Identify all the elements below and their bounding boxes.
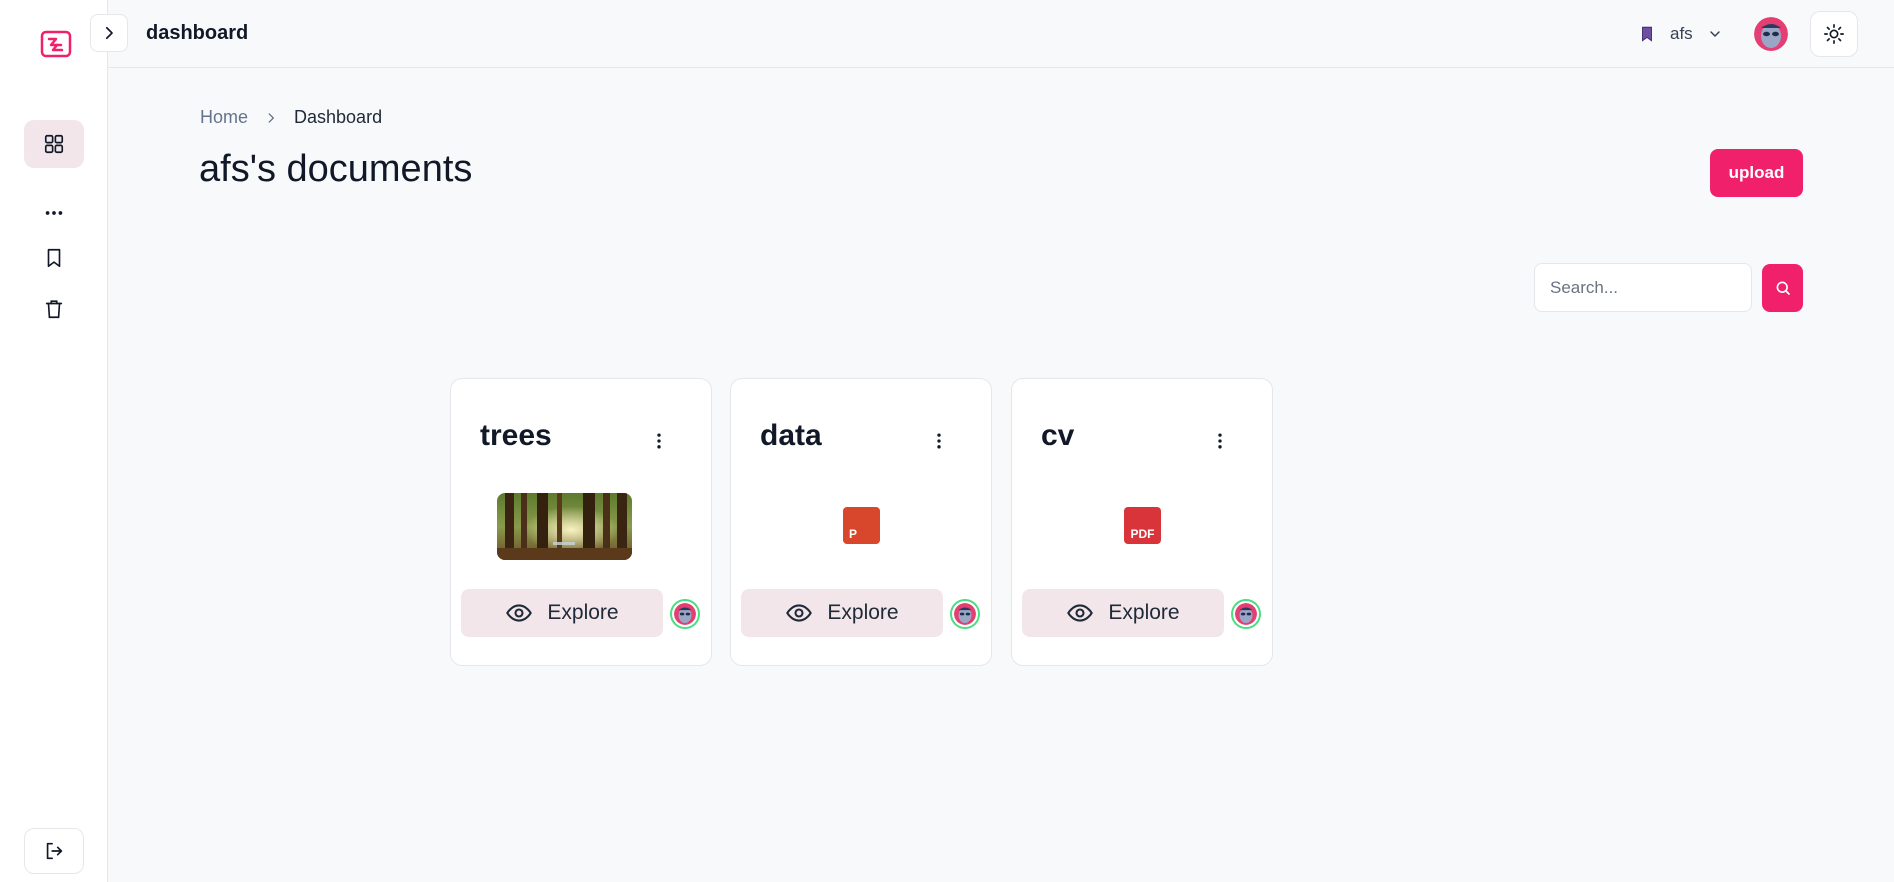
- file-type-badge: P: [849, 527, 858, 541]
- eye-icon: [1067, 604, 1094, 622]
- document-card[interactable]: cv PDF Explore: [1011, 378, 1273, 666]
- sun-icon: [1824, 24, 1844, 44]
- workspace-name: afs: [1670, 24, 1693, 43]
- sidebar-item-dashboard[interactable]: [24, 120, 84, 168]
- bookmark-filled-icon: [1642, 26, 1652, 42]
- theme-toggle-button[interactable]: [1810, 11, 1858, 57]
- explore-button[interactable]: Explore: [461, 589, 663, 637]
- chevron-right-icon: [268, 112, 274, 123]
- explore-label: Explore: [1108, 601, 1180, 624]
- logout-button[interactable]: [24, 828, 84, 874]
- owner-avatar: [670, 599, 700, 629]
- upload-button[interactable]: upload: [1710, 149, 1803, 197]
- document-thumbnail-image: [497, 493, 632, 560]
- file-type-badge: PDF: [1130, 527, 1155, 541]
- document-card[interactable]: data P Explore: [730, 378, 992, 666]
- document-title: trees: [480, 419, 552, 452]
- document-card[interactable]: trees Explore: [450, 378, 712, 666]
- more-vertical-icon: [657, 433, 661, 449]
- sidebar-item-trash[interactable]: [24, 285, 84, 333]
- card-menu-button[interactable]: [649, 429, 669, 453]
- bookmark-icon: [47, 248, 61, 268]
- search-button[interactable]: [1762, 264, 1803, 312]
- page-title: afs's documents: [199, 148, 473, 190]
- owner-avatar: [950, 599, 980, 629]
- sidebar-item-bookmarks[interactable]: [24, 234, 84, 282]
- more-vertical-icon: [937, 433, 941, 449]
- trash-icon: [45, 300, 63, 319]
- card-menu-button[interactable]: [1210, 429, 1230, 453]
- breadcrumb-home-link[interactable]: Home: [200, 107, 248, 128]
- explore-button[interactable]: Explore: [741, 589, 943, 637]
- workspace-select[interactable]: afs: [1638, 20, 1723, 48]
- breadcrumb-current: Dashboard: [294, 107, 383, 127]
- pdf-file-icon: PDF: [1124, 507, 1161, 544]
- powerpoint-file-icon: P: [843, 507, 880, 544]
- owner-avatar: [1231, 599, 1261, 629]
- sidebar-item-more[interactable]: [24, 189, 84, 237]
- logo-icon[interactable]: [40, 28, 72, 60]
- logout-icon: [46, 842, 63, 860]
- eye-icon: [786, 604, 813, 622]
- search-input[interactable]: [1534, 263, 1752, 312]
- document-title: cv: [1041, 419, 1075, 452]
- search-icon: [1776, 281, 1790, 295]
- document-title: data: [760, 419, 822, 452]
- top-bar: dashboard afs: [90, 0, 1894, 68]
- chevron-down-icon: [1709, 31, 1720, 37]
- user-avatar[interactable]: [1754, 17, 1788, 51]
- sidebar-toggle-button[interactable]: [90, 14, 128, 52]
- card-menu-button[interactable]: [929, 429, 949, 453]
- more-horizontal-icon: [45, 211, 63, 215]
- explore-label: Explore: [827, 601, 899, 624]
- grid-icon: [44, 134, 64, 154]
- explore-label: Explore: [547, 601, 619, 624]
- page-heading: dashboard: [146, 22, 249, 44]
- sidebar: [0, 0, 108, 882]
- eye-icon: [506, 604, 533, 622]
- chevron-right-icon: [105, 26, 113, 40]
- breadcrumb: Home Dashboard: [200, 107, 382, 128]
- more-vertical-icon: [1218, 433, 1222, 449]
- explore-button[interactable]: Explore: [1022, 589, 1224, 637]
